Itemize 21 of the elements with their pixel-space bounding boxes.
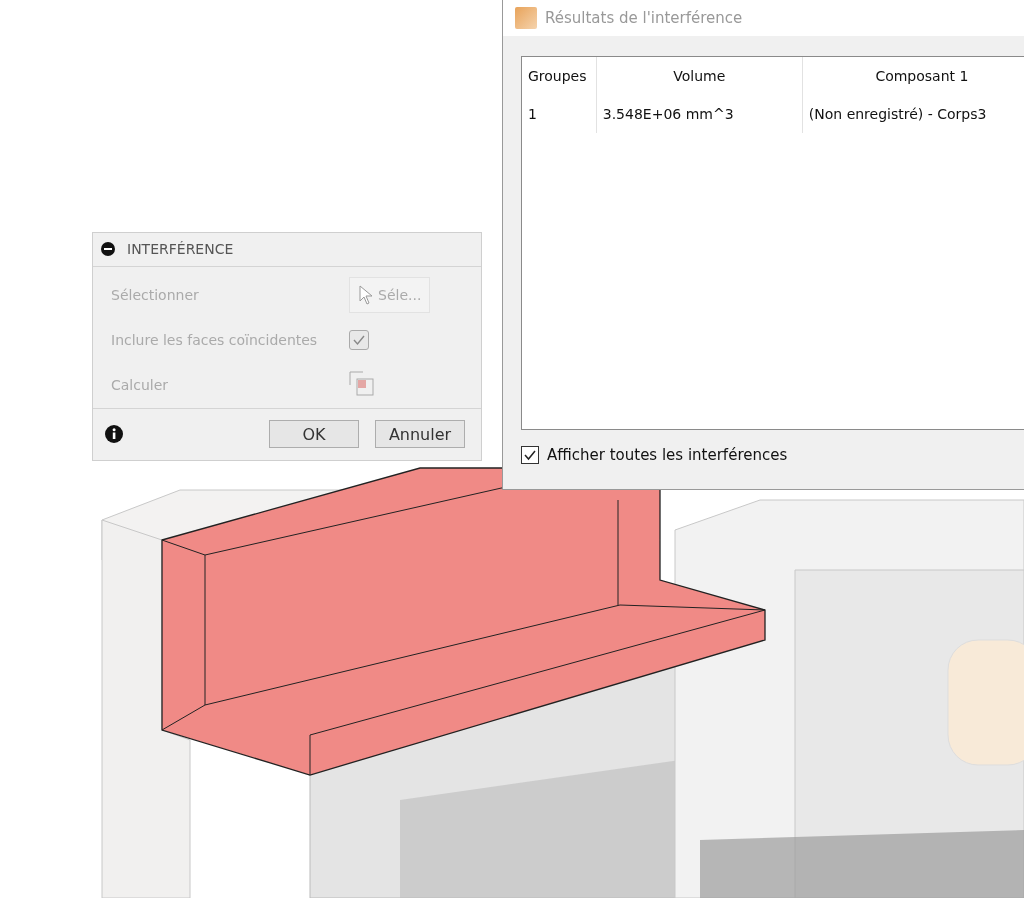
window-title: Résultats de l'interférence bbox=[545, 9, 743, 27]
column-header[interactable]: Volume bbox=[596, 57, 803, 95]
info-icon[interactable] bbox=[105, 425, 123, 444]
checkbox[interactable] bbox=[521, 446, 539, 464]
app-logo-icon bbox=[515, 7, 537, 29]
table-cell: 1 bbox=[522, 95, 597, 133]
checkmark-icon bbox=[352, 333, 366, 348]
column-header[interactable]: Groupes bbox=[522, 57, 597, 95]
checkbox-label: Afficher toutes les interférences bbox=[547, 446, 788, 464]
collapse-icon[interactable] bbox=[101, 242, 115, 257]
panel-title: INTERFÉRENCE bbox=[127, 241, 234, 258]
cursor-icon bbox=[358, 285, 374, 306]
field-label: Calculer bbox=[111, 377, 170, 394]
ok-button[interactable]: OK bbox=[269, 420, 359, 449]
field-label: Inclure les faces coïncidentes bbox=[111, 332, 319, 349]
field-label: Sélectionner bbox=[111, 287, 200, 304]
cancel-button[interactable]: Annuler bbox=[375, 420, 465, 449]
table-cell: 3.548E+06 mm^3 bbox=[596, 95, 803, 133]
column-header[interactable]: Composant 1 bbox=[802, 57, 1024, 95]
checkmark-icon bbox=[523, 448, 537, 462]
table-cell: (Non enregistré) - Corps3 bbox=[802, 95, 1024, 133]
